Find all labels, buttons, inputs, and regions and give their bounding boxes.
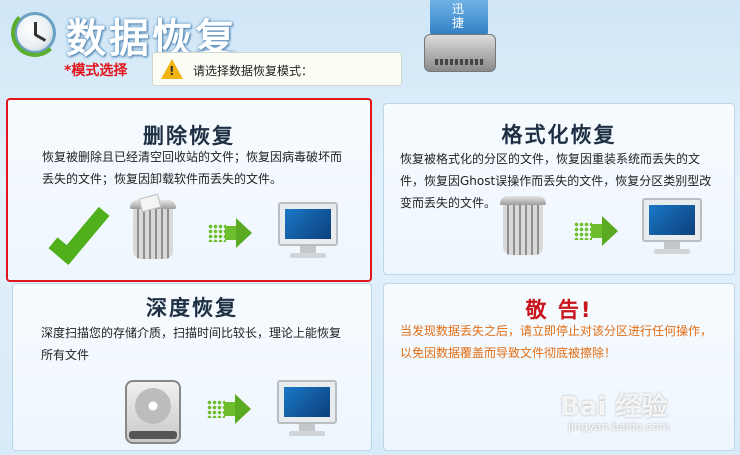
arrow-right-icon — [208, 218, 252, 248]
mode-hint-box: 请选择数据恢复模式： — [152, 52, 402, 86]
monitor-icon — [277, 380, 337, 440]
mode-select-label: *模式选择 — [64, 63, 128, 79]
drive-logo-icon: 迅 捷 — [420, 0, 500, 76]
drive-logo-text: 迅 捷 — [452, 2, 465, 30]
deep-recovery-card[interactable]: 深度恢复 深度扫描您的存储介质，扫描时间比较长，理论上能恢复所有文件 — [12, 283, 372, 451]
format-recovery-card[interactable]: 格式化恢复 恢复被格式化的分区的文件，恢复因重装系统而丢失的文件，恢复因Ghos… — [383, 103, 735, 275]
warning-icon — [161, 59, 183, 79]
warning-description: 当发现数据丢失之后，请立即停止对该分区进行任何操作，以免因数据覆盖而导致文件彻底… — [400, 324, 713, 360]
card-description: 深度扫描您的存储介质，扫描时间比较长，理论上能恢复所有文件 — [41, 326, 342, 362]
arrow-right-icon — [574, 216, 618, 246]
recycle-bin-icon — [128, 193, 178, 260]
warning-card: 敬 告! 当发现数据丢失之后，请立即停止对该分区进行任何操作，以免因数据覆盖而导… — [383, 283, 735, 451]
monitor-icon — [278, 202, 338, 262]
recycle-bin-icon — [498, 196, 548, 256]
arrow-right-icon — [207, 394, 251, 424]
header: 数据恢复 迅 捷 *模式选择 请选择数据恢复模式： — [0, 0, 740, 95]
delete-recovery-card[interactable]: 删除恢复 恢复被删除且已经清空回收站的文件；恢复因病毒破坏而丢失的文件；恢复因卸… — [6, 98, 372, 282]
card-title: 深度恢复 — [146, 296, 238, 320]
checkmark-icon — [48, 199, 110, 265]
card-title: 格式化恢复 — [501, 123, 617, 147]
hard-disk-icon — [125, 380, 181, 444]
card-description: 恢复被删除且已经清空回收站的文件；恢复因病毒破坏而丢失的文件；恢复因卸载软件而丢… — [42, 150, 343, 186]
mode-hint-text: 请选择数据恢复模式： — [193, 64, 314, 78]
baidu-watermark: Bai 经验 — [560, 392, 668, 422]
monitor-icon — [642, 198, 702, 258]
baidu-watermark-url: jingyan.baidu.com — [568, 420, 670, 433]
clock-logo-icon — [11, 9, 59, 57]
